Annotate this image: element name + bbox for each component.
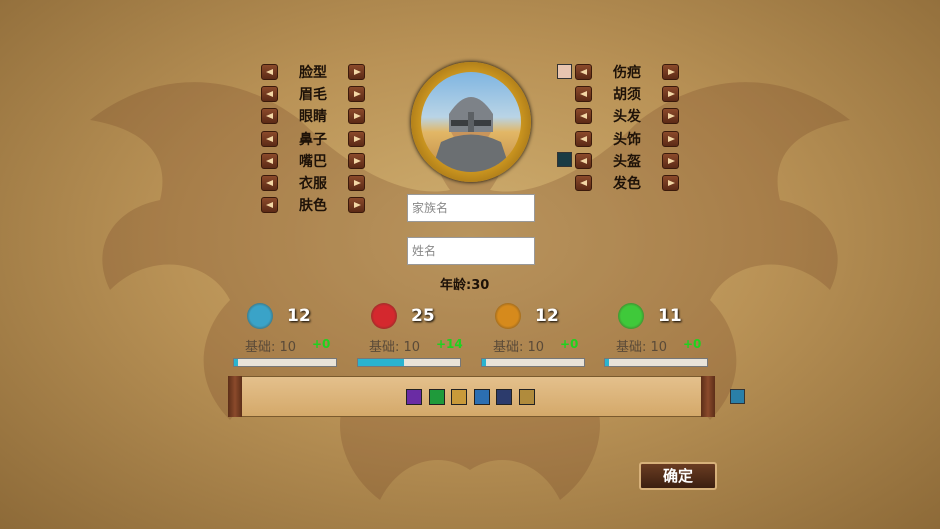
stat-value: 25 [411,306,435,326]
stat-bonus: +0 [312,337,331,351]
stat-base: 基础: 10 [616,340,668,355]
left-option-row: 脸型 [261,63,365,81]
stat-progress-bar [233,358,337,367]
family-name-field[interactable]: 家族名 [407,194,535,222]
next-arrow-icon[interactable] [662,130,679,147]
left-option-row: 嘴巴 [261,152,365,170]
character-portrait [411,62,531,182]
next-arrow-icon[interactable] [662,152,679,169]
prev-arrow-icon[interactable] [261,197,278,214]
prev-arrow-icon[interactable] [575,64,592,80]
left-option-row: 眉毛 [261,85,365,103]
prev-arrow-icon[interactable] [575,108,592,125]
right-option-label: 头发 [613,109,641,126]
stat-progress-fill [605,359,610,366]
stat-base: 基础: 10 [493,340,545,355]
next-arrow-icon[interactable] [662,175,679,191]
next-arrow-icon[interactable] [348,152,365,169]
trait-green-shield-icon[interactable] [428,389,445,405]
helmet-preview-icon [557,152,572,167]
trait-tower-icon[interactable] [496,389,512,405]
age-label: 年龄:30 [440,278,490,293]
stat-value: 12 [287,306,311,326]
prev-arrow-icon[interactable] [261,64,278,80]
right-option-row: 头盔 [575,152,679,170]
prev-arrow-icon[interactable] [261,175,278,191]
stat-progress-fill [234,359,239,366]
next-arrow-icon[interactable] [348,64,365,80]
trait-bar-left-cap [228,376,242,417]
prev-arrow-icon[interactable] [261,152,278,169]
right-option-label: 伤疤 [613,65,641,81]
next-arrow-icon[interactable] [348,197,365,214]
stat-bonus: +0 [683,337,702,351]
left-option-row: 衣服 [261,174,365,192]
stat-base: 基础: 10 [369,340,421,355]
trait-bar-right-cap [701,376,715,417]
right-option-row: 发色 [575,174,679,192]
stat-progress-bar [481,358,585,367]
stat-progress-fill [482,359,487,366]
next-arrow-icon[interactable] [348,130,365,147]
prev-arrow-icon[interactable] [575,86,592,103]
left-option-row: 鼻子 [261,130,365,148]
next-arrow-icon[interactable] [662,86,679,103]
right-option-row: 头发 [575,107,679,125]
left-option-label: 衣服 [299,176,327,192]
next-arrow-icon[interactable] [348,86,365,103]
right-option-label: 头饰 [613,131,641,148]
left-option-label: 嘴巴 [299,153,327,170]
right-option-row: 头饰 [575,130,679,148]
scar-preview-icon [557,64,572,79]
stat-progress-bar [604,358,708,367]
trait-blue-icon[interactable] [473,389,490,405]
next-arrow-icon[interactable] [662,108,679,125]
confirm-button[interactable]: 确定 [639,462,717,490]
prev-arrow-icon[interactable] [261,86,278,103]
right-option-label: 胡须 [613,87,641,104]
stat-bonus: +0 [560,337,579,351]
next-arrow-icon[interactable] [348,108,365,125]
stat-value: 11 [658,306,682,326]
stat-progress-fill [358,359,404,366]
martial-icon [371,303,397,329]
add-trait-icon[interactable] [730,389,745,404]
stat-value: 12 [535,306,559,326]
prev-arrow-icon[interactable] [575,130,592,147]
intrigue-icon [618,303,644,329]
left-option-label: 肤色 [299,198,327,215]
prev-arrow-icon[interactable] [261,108,278,125]
stat-progress-bar [357,358,461,367]
trait-bar [228,376,715,417]
diplomacy-icon [247,303,273,329]
stat-bonus: +14 [436,337,463,351]
prev-arrow-icon[interactable] [575,175,592,191]
prev-arrow-icon[interactable] [261,130,278,147]
left-option-label: 鼻子 [299,131,327,148]
stewardship-icon [495,303,521,329]
stat-base: 基础: 10 [245,340,297,355]
left-option-label: 脸型 [299,65,327,81]
left-option-row: 肤色 [261,196,365,214]
left-option-label: 眉毛 [299,87,327,104]
trait-scroll-icon[interactable] [518,389,535,405]
next-arrow-icon[interactable] [348,175,365,191]
right-option-row: 伤疤 [575,63,679,81]
right-option-label: 头盔 [613,153,641,170]
trait-purple-icon[interactable] [406,389,422,405]
right-option-row: 胡须 [575,85,679,103]
given-name-field[interactable]: 姓名 [407,237,535,265]
prev-arrow-icon[interactable] [575,152,592,169]
trait-gold-icon[interactable] [451,389,467,405]
next-arrow-icon[interactable] [662,64,679,80]
right-option-label: 发色 [613,176,641,192]
left-option-label: 眼睛 [299,109,327,126]
left-option-row: 眼睛 [261,107,365,125]
